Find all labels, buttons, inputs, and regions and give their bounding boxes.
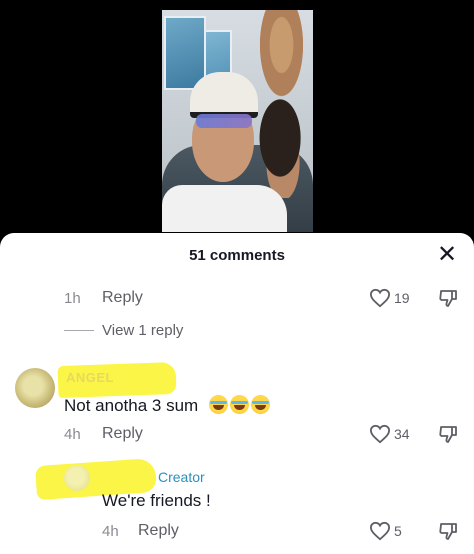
- comments-sheet: 51 comments ✕ 1h Reply 19 View 1 reply A…: [0, 233, 474, 554]
- video-pillow: [162, 185, 287, 232]
- like-count: 5: [394, 523, 402, 539]
- like-count: 19: [394, 290, 410, 306]
- comments-count-title: 51 comments: [189, 247, 285, 264]
- video-frame[interactable]: [162, 10, 313, 232]
- tears-of-joy-emoji-icon: [250, 395, 270, 414]
- video-glasses: [196, 114, 252, 128]
- video-cap: [190, 72, 258, 118]
- comment-text: Not anotha 3 sum: [64, 395, 270, 416]
- like-count: 34: [394, 426, 410, 442]
- video-person-back: [254, 10, 309, 110]
- like-button[interactable]: 5: [369, 521, 402, 541]
- reply-button[interactable]: Reply: [102, 289, 143, 307]
- tears-of-joy-emoji-icon: [208, 395, 228, 414]
- view-replies-label: View 1 reply: [102, 322, 184, 339]
- heart-icon: [369, 521, 391, 541]
- comment-time: 4h: [102, 523, 119, 540]
- dislike-icon[interactable]: [438, 424, 458, 444]
- comment-username[interactable]: ANGEL: [66, 370, 114, 385]
- avatar[interactable]: [15, 368, 55, 408]
- video-friend: [254, 98, 312, 198]
- avatar[interactable]: [64, 465, 90, 491]
- comment-time: 1h: [64, 290, 81, 307]
- view-replies-button[interactable]: View 1 reply: [64, 322, 183, 339]
- heart-icon: [369, 288, 391, 308]
- comment-text: We're friends !: [102, 491, 211, 510]
- reply-button[interactable]: Reply: [102, 425, 143, 443]
- reply-button[interactable]: Reply: [138, 522, 179, 540]
- close-icon[interactable]: ✕: [436, 243, 458, 267]
- dislike-icon[interactable]: [438, 288, 458, 308]
- like-button[interactable]: 34: [369, 424, 410, 444]
- comment-text-body: Not anotha 3 sum: [64, 396, 199, 415]
- tears-of-joy-emoji-icon: [229, 395, 249, 414]
- heart-icon: [369, 424, 391, 444]
- like-button[interactable]: 19: [369, 288, 410, 308]
- dislike-icon[interactable]: [438, 521, 458, 541]
- divider-line: [64, 330, 94, 331]
- comment-time: 4h: [64, 426, 81, 443]
- creator-badge: Creator: [158, 469, 205, 485]
